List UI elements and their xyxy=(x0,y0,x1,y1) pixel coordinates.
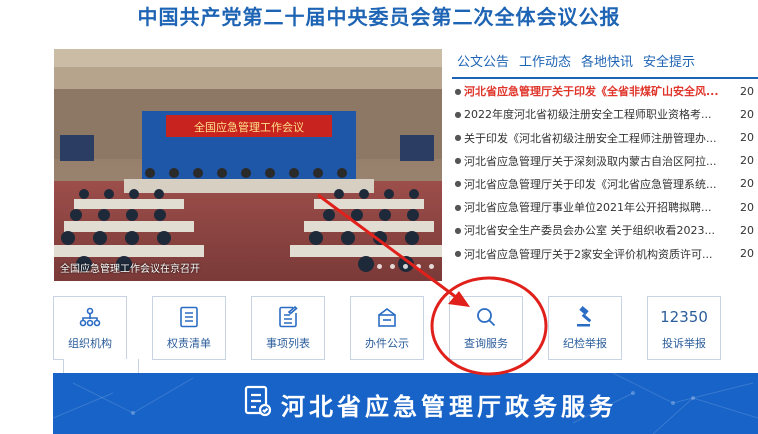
news-item[interactable]: ● 河北省应急管理厅关于印发《河北省应急管理系统... 20 xyxy=(452,173,758,195)
gavel-icon xyxy=(574,305,596,329)
news-item[interactable]: ● 关于印发《河北省初级注册安全工程师注册管理办... 20 xyxy=(452,127,758,149)
slider-dot[interactable] xyxy=(377,264,382,269)
news-item[interactable]: ● 河北省应急管理厅事业单位2021年公开招聘拟聘... 20 xyxy=(452,196,758,218)
discipline-report-label: 纪检举报 xyxy=(563,337,607,350)
news-title[interactable]: 河北省应急管理厅关于2家安全评价机构资质许可... xyxy=(464,246,728,262)
discipline-report-button[interactable]: 纪检举报 xyxy=(548,296,622,360)
org-chart-icon xyxy=(79,305,101,329)
government-service-banner[interactable]: 河北省应急管理厅政务服务 xyxy=(53,373,758,434)
news-date: 20 xyxy=(740,154,754,168)
service-document-icon xyxy=(243,385,273,423)
complaint-report-button[interactable]: 12350 投诉举报 xyxy=(647,296,721,360)
tab-local-news[interactable]: 各地快讯 xyxy=(576,49,638,77)
news-item[interactable]: ● 河北省应急管理厅关于2家安全评价机构资质许可... 20 xyxy=(452,243,758,265)
matters-list-label: 事项列表 xyxy=(266,337,310,350)
slider-dot[interactable] xyxy=(429,264,434,269)
query-service-label: 查询服务 xyxy=(464,337,508,350)
hotline-number: 12350 xyxy=(660,308,708,326)
bullet-icon: ● xyxy=(454,109,462,119)
news-date: 20 xyxy=(740,200,754,214)
page-headline-link[interactable]: 中国共产党第二十届中央委员会第二次全体会议公报 xyxy=(0,0,758,34)
slider-dot[interactable] xyxy=(416,264,421,269)
news-item[interactable]: ● 河北省应急管理厅关于深刻汲取内蒙古自治区阿拉... 20 xyxy=(452,150,758,172)
slider-dot[interactable] xyxy=(403,264,408,269)
bullet-icon: ● xyxy=(454,202,462,212)
news-item[interactable]: ● 河北省应急管理厅关于印发《全省非煤矿山安全风... 20 xyxy=(452,80,758,102)
banner-title: 河北省应急管理厅政务服务 xyxy=(281,392,617,421)
list-document-icon xyxy=(179,305,199,329)
hotline-number-box: 12350 xyxy=(660,305,708,329)
news-list: ● 河北省应急管理厅关于印发《全省非煤矿山安全风... 20 ● 2022年度河… xyxy=(452,80,758,264)
query-service-button[interactable]: 查询服务 xyxy=(449,296,523,360)
matters-list-button[interactable]: 事项列表 xyxy=(251,296,325,360)
news-title[interactable]: 河北省应急管理厅关于印发《河北省应急管理系统... xyxy=(464,176,728,192)
case-publicity-label: 办件公示 xyxy=(365,337,409,350)
complaint-report-label: 投诉举报 xyxy=(662,337,706,350)
news-item[interactable]: ● 2022年度河北省初级注册安全工程师职业资格考... 20 xyxy=(452,103,758,125)
case-publicity-button[interactable]: 办件公示 xyxy=(350,296,424,360)
responsibility-list-label: 权责清单 xyxy=(167,337,211,350)
news-title[interactable]: 河北省安全生产委员会办公室 关于组织收看2023... xyxy=(464,222,728,238)
service-shortcuts: 组织机构 权责清单 事项列表 办件公示 查询服务 纪检举报 12350 投诉举报 xyxy=(53,296,758,360)
news-title[interactable]: 河北省应急管理厅关于印发《全省非煤矿山安全风... xyxy=(464,83,728,99)
news-tabs: 公文公告 工作动态 各地快讯 安全提示 xyxy=(452,49,758,79)
org-structure-button[interactable]: 组织机构 xyxy=(53,296,127,360)
notice-board-icon xyxy=(376,305,398,329)
news-date: 20 xyxy=(740,107,754,121)
tab-work-updates[interactable]: 工作动态 xyxy=(514,49,576,77)
slider-caption[interactable]: 全国应急管理工作会议在京召开 xyxy=(60,260,200,275)
banner-content: 河北省应急管理厅政务服务 xyxy=(243,385,617,423)
news-item[interactable]: ● 河北省安全生产委员会办公室 关于组织收看2023... 20 xyxy=(452,219,758,241)
bullet-icon: ● xyxy=(454,179,462,189)
news-photo-slider[interactable]: 全国应急管理工作会议 全国应急管理工作会议在京召开 xyxy=(54,49,442,281)
bullet-icon: ● xyxy=(454,249,462,258)
bullet-icon: ● xyxy=(454,225,462,235)
news-title[interactable]: 2022年度河北省初级注册安全工程师职业资格考... xyxy=(464,106,728,122)
tab-documents[interactable]: 公文公告 xyxy=(452,49,514,77)
conference-photo: 全国应急管理工作会议 xyxy=(54,49,442,281)
slider-dots xyxy=(377,264,434,269)
news-date: 20 xyxy=(740,177,754,191)
news-date: 20 xyxy=(740,223,754,237)
bullet-icon: ● xyxy=(454,156,462,166)
conference-banner-text: 全国应急管理工作会议 xyxy=(194,120,304,134)
news-title[interactable]: 河北省应急管理厅关于深刻汲取内蒙古自治区阿拉... xyxy=(464,153,728,169)
org-structure-label: 组织机构 xyxy=(68,337,112,350)
news-panel: 公文公告 工作动态 各地快讯 安全提示 ● 河北省应急管理厅关于印发《全省非煤矿… xyxy=(452,49,758,281)
news-date: 20 xyxy=(740,84,754,98)
edit-document-icon xyxy=(278,305,298,329)
news-title[interactable]: 河北省应急管理厅事业单位2021年公开招聘拟聘... xyxy=(464,199,728,215)
responsibility-list-button[interactable]: 权责清单 xyxy=(152,296,226,360)
bullet-icon: ● xyxy=(454,86,462,96)
news-date: 20 xyxy=(740,131,754,145)
tab-safety-tips[interactable]: 安全提示 xyxy=(638,49,700,77)
slider-dot[interactable] xyxy=(390,264,395,269)
bullet-icon: ● xyxy=(454,133,462,143)
news-title[interactable]: 关于印发《河北省初级注册安全工程师注册管理办... xyxy=(464,130,728,146)
news-date: 20 xyxy=(740,247,754,260)
search-icon xyxy=(475,305,497,329)
